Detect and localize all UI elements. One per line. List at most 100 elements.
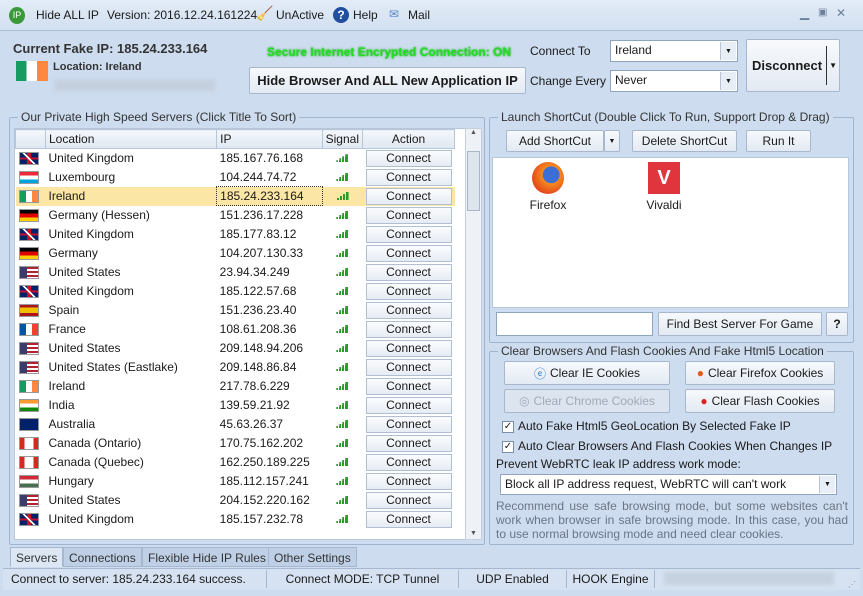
clear-flash-button[interactable]: ● Clear Flash Cookies xyxy=(685,389,835,413)
scroll-thumb[interactable] xyxy=(467,151,480,211)
ip-cell: 170.75.162.202 xyxy=(219,436,304,450)
ip-cell: 162.250.189.225 xyxy=(219,455,310,469)
connect-button[interactable]: Connect xyxy=(365,434,452,452)
connect-button[interactable]: Connect xyxy=(365,225,452,243)
tab-connections[interactable]: Connections xyxy=(63,547,142,567)
auto-geolocation-checkbox[interactable]: ✓ Auto Fake Html5 GeoLocation By Selected… xyxy=(502,419,791,433)
ip-cell: 108.61.208.36 xyxy=(219,322,297,336)
clear-ie-button[interactable]: ⓔ Clear IE Cookies xyxy=(504,361,670,385)
connect-button[interactable]: Connect xyxy=(365,244,452,262)
connect-button[interactable]: Connect xyxy=(365,282,452,300)
flag-au-icon xyxy=(18,418,39,432)
connect-button[interactable]: Connect xyxy=(365,472,452,490)
connect-button[interactable]: Connect xyxy=(365,377,452,395)
action-cell: Connect xyxy=(363,225,455,244)
col-ip[interactable]: IP xyxy=(216,129,323,149)
connect-button[interactable]: Connect xyxy=(365,301,452,319)
shortcut-vivaldi[interactable]: V Vivaldi xyxy=(639,162,689,212)
auto-clear-label: Auto Clear Browsers And Flash Cookies Wh… xyxy=(518,439,833,453)
table-row[interactable]: United Kingdom 185.157.232.78 Connect xyxy=(16,510,455,529)
col-location[interactable]: Location xyxy=(44,129,218,149)
col-signal[interactable]: Signal xyxy=(321,129,364,149)
table-row[interactable]: Germany (Hessen) 151.236.17.228 Connect xyxy=(16,206,455,225)
table-row[interactable]: United States 204.152.220.162 Connect xyxy=(16,491,455,510)
table-row[interactable]: India 139.59.21.92 Connect xyxy=(16,396,455,415)
table-row[interactable]: France 108.61.208.36 Connect xyxy=(16,320,455,339)
connect-button[interactable]: Connect xyxy=(365,339,452,357)
maximize-button[interactable]: ▣ xyxy=(818,7,827,18)
disconnect-button[interactable]: Disconnect ▼ xyxy=(746,39,840,92)
table-row[interactable]: United States (Eastlake) 209.148.86.84 C… xyxy=(16,358,455,377)
signal-icon xyxy=(336,173,349,181)
flag-cell xyxy=(16,472,46,491)
signal-icon xyxy=(336,496,349,504)
add-shortcut-button[interactable]: Add ShortCut xyxy=(506,130,604,152)
ip-cell: 185.122.57.68 xyxy=(219,284,297,298)
flag-ca-icon xyxy=(18,437,39,451)
connect-button[interactable]: Connect xyxy=(365,149,452,167)
col-action[interactable]: Action xyxy=(362,129,455,149)
connect-button[interactable]: Connect xyxy=(365,187,452,205)
hide-ip-button[interactable]: Hide Browser And ALL New Application IP xyxy=(249,67,526,94)
table-row[interactable]: Germany 104.207.130.33 Connect xyxy=(16,244,455,263)
connect-button[interactable]: Connect xyxy=(365,491,452,509)
help-link[interactable]: Help xyxy=(353,8,378,22)
chevron-down-icon[interactable]: ▼ xyxy=(604,130,620,152)
signal-cell xyxy=(322,491,362,510)
location-cell: United Kingdom xyxy=(48,284,134,298)
clear-firefox-button[interactable]: ● Clear Firefox Cookies xyxy=(685,361,835,385)
table-row[interactable]: Luxembourg 104.244.74.72 Connect xyxy=(16,168,455,187)
shortcut-firefox[interactable]: Firefox xyxy=(523,162,573,212)
checkbox-checked-icon[interactable]: ✓ xyxy=(502,440,514,453)
connect-button[interactable]: Connect xyxy=(365,453,452,471)
unactive-link[interactable]: UnActive xyxy=(276,8,324,22)
table-row[interactable]: United Kingdom 185.177.83.12 Connect xyxy=(16,225,455,244)
connect-button[interactable]: Connect xyxy=(365,320,452,338)
checkbox-checked-icon[interactable]: ✓ xyxy=(502,420,514,433)
game-search-input[interactable] xyxy=(496,312,653,336)
resize-grip[interactable]: ⋰ xyxy=(848,580,856,589)
webrtc-select[interactable]: Block all IP address request, WebRTC wil… xyxy=(500,474,837,495)
close-button[interactable]: ✕ xyxy=(836,6,846,20)
table-row[interactable]: United Kingdom 185.122.57.68 Connect xyxy=(16,282,455,301)
tab-flexible-rules[interactable]: Flexible Hide IP Rules xyxy=(142,547,272,567)
connect-button[interactable]: Connect xyxy=(365,206,452,224)
connect-button[interactable]: Connect xyxy=(365,263,452,281)
table-row[interactable]: Canada (Quebec) 162.250.189.225 Connect xyxy=(16,453,455,472)
delete-shortcut-button[interactable]: Delete ShortCut xyxy=(632,130,737,152)
scrollbar[interactable]: ▲ ▼ xyxy=(465,128,482,540)
run-it-button[interactable]: Run It xyxy=(746,130,811,152)
flag-cell xyxy=(16,225,46,244)
tab-other-settings[interactable]: Other Settings xyxy=(268,547,357,567)
auto-clear-checkbox[interactable]: ✓ Auto Clear Browsers And Flash Cookies W… xyxy=(502,439,832,453)
connect-button[interactable]: Connect xyxy=(365,415,452,433)
table-row[interactable]: Australia 45.63.26.37 Connect xyxy=(16,415,455,434)
tab-servers[interactable]: Servers xyxy=(10,547,64,567)
ip-cell: 185.177.83.12 xyxy=(219,227,297,241)
table-row[interactable]: Ireland 185.24.233.164 Connect xyxy=(15,186,455,206)
mail-link[interactable]: Mail xyxy=(408,8,430,22)
connect-button[interactable]: Connect xyxy=(365,358,452,376)
table-row[interactable]: Hungary 185.112.157.241 Connect xyxy=(16,472,455,491)
ip-cell: 209.148.94.206 xyxy=(219,341,304,355)
connect-to-select[interactable]: Ireland ▼ xyxy=(610,40,738,62)
table-row[interactable]: United States 209.148.94.206 Connect xyxy=(16,339,455,358)
table-row[interactable]: Canada (Ontario) 170.75.162.202 Connect xyxy=(16,434,455,453)
scroll-up-icon[interactable]: ▲ xyxy=(466,129,481,136)
ie-icon: ⓔ xyxy=(533,366,546,381)
scroll-down-icon[interactable]: ▼ xyxy=(466,530,481,537)
connect-button[interactable]: Connect xyxy=(365,396,452,414)
help-button[interactable]: ? xyxy=(826,312,848,336)
chevron-down-icon[interactable]: ▼ xyxy=(829,61,837,70)
change-every-select[interactable]: Never ▼ xyxy=(610,70,738,92)
table-row[interactable]: United Kingdom 185.167.76.168 Connect xyxy=(16,149,455,168)
connect-button[interactable]: Connect xyxy=(365,510,452,528)
minimize-button[interactable]: ▁ xyxy=(800,6,809,20)
flag-uk-icon xyxy=(18,285,39,299)
table-row[interactable]: Ireland 217.78.6.229 Connect xyxy=(16,377,455,396)
table-row[interactable]: United States 23.94.34.249 Connect xyxy=(16,263,455,282)
table-row[interactable]: Spain 151.236.23.40 Connect xyxy=(16,301,455,320)
find-best-server-button[interactable]: Find Best Server For Game xyxy=(658,312,822,336)
connect-button[interactable]: Connect xyxy=(365,168,452,186)
help-icon[interactable]: ? xyxy=(333,7,349,23)
